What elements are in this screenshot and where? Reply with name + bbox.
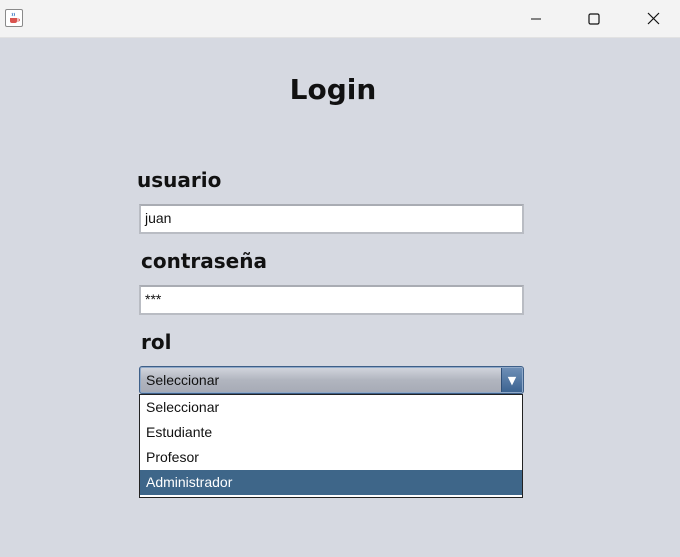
chevron-down-icon[interactable]: ▼ [501, 368, 522, 392]
contrasena-input[interactable]: *** [139, 285, 524, 315]
usuario-input[interactable]: juan [139, 204, 524, 234]
close-icon [647, 12, 659, 25]
rol-dropdown-list: Seleccionar Estudiante Profesor Administ… [139, 394, 523, 498]
minimize-icon [531, 18, 541, 19]
maximize-button[interactable] [571, 0, 617, 37]
close-button[interactable] [630, 0, 676, 37]
rol-option-profesor[interactable]: Profesor [140, 445, 522, 470]
page-title: Login [289, 73, 377, 106]
java-cup-icon[interactable] [5, 9, 23, 27]
usuario-label: usuario [137, 168, 222, 192]
rol-option-seleccionar[interactable]: Seleccionar [140, 395, 522, 420]
rol-option-estudiante[interactable]: Estudiante [140, 420, 522, 445]
login-panel: Login usuario juan contraseña *** rol Se… [0, 38, 680, 557]
title-bar [0, 0, 680, 38]
rol-label: rol [141, 330, 172, 354]
rol-option-administrador[interactable]: Administrador [140, 470, 522, 495]
minimize-button[interactable] [513, 0, 559, 37]
rol-select[interactable]: Seleccionar ▼ [139, 366, 524, 394]
rol-select-value: Seleccionar [146, 372, 220, 388]
maximize-icon [588, 12, 600, 25]
contrasena-label: contraseña [141, 249, 267, 273]
